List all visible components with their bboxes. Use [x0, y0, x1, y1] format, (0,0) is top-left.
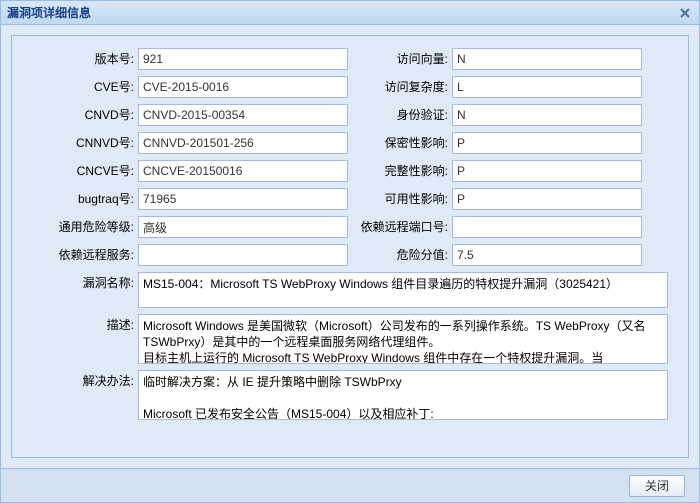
- window-title: 漏洞项详细信息: [7, 4, 677, 21]
- cnnvd-label: CNNVD号:: [28, 132, 138, 154]
- ac-field[interactable]: [452, 76, 642, 98]
- risk-label: 通用危险等级:: [28, 216, 138, 238]
- cncve-field[interactable]: [138, 160, 348, 182]
- bugtraq-label: bugtraq号:: [28, 188, 138, 210]
- port-label: 依赖远程端口号:: [350, 216, 452, 238]
- cve-field[interactable]: [138, 76, 348, 98]
- fix-field[interactable]: [138, 370, 668, 420]
- ac-label: 访问复杂度:: [350, 76, 452, 98]
- cnnvd-field[interactable]: [138, 132, 348, 154]
- av-field[interactable]: [452, 48, 642, 70]
- score-label: 危险分值:: [350, 244, 452, 266]
- vuln-name-field[interactable]: [138, 272, 668, 308]
- port-field[interactable]: [452, 216, 642, 238]
- version-label: 版本号:: [28, 48, 138, 70]
- bugtraq-field[interactable]: [138, 188, 348, 210]
- au-field[interactable]: [452, 104, 642, 126]
- cnvd-label: CNVD号:: [28, 104, 138, 126]
- ci-label: 保密性影响:: [350, 132, 452, 154]
- vuln-name-label: 漏洞名称:: [28, 272, 138, 308]
- form-panel: 版本号: 访问向量: CVE号: 访问复杂度:: [11, 35, 689, 458]
- close-icon[interactable]: [677, 5, 693, 21]
- ii-field[interactable]: [452, 160, 642, 182]
- ii-label: 完整性影响:: [350, 160, 452, 182]
- desc-label: 描述:: [28, 314, 138, 364]
- version-field[interactable]: [138, 48, 348, 70]
- remote-svc-field[interactable]: [138, 244, 348, 266]
- dialog-window: 漏洞项详细信息 版本号: 访问向量: CVE号:: [0, 0, 700, 503]
- ci-field[interactable]: [452, 132, 642, 154]
- fix-label: 解决办法:: [28, 370, 138, 420]
- desc-field[interactable]: [138, 314, 668, 364]
- remote-svc-label: 依赖远程服务:: [28, 244, 138, 266]
- av-label: 访问向量:: [350, 48, 452, 70]
- risk-field[interactable]: [138, 216, 348, 238]
- cncve-label: CNCVE号:: [28, 160, 138, 182]
- score-field[interactable]: [452, 244, 642, 266]
- cve-label: CVE号:: [28, 76, 138, 98]
- dialog-body: 版本号: 访问向量: CVE号: 访问复杂度:: [1, 25, 699, 468]
- close-button[interactable]: 关闭: [629, 475, 685, 497]
- ai-label: 可用性影响:: [350, 188, 452, 210]
- au-label: 身份验证:: [350, 104, 452, 126]
- cnvd-field[interactable]: [138, 104, 348, 126]
- dialog-footer: 关闭: [1, 468, 699, 502]
- ai-field[interactable]: [452, 188, 642, 210]
- titlebar: 漏洞项详细信息: [1, 1, 699, 25]
